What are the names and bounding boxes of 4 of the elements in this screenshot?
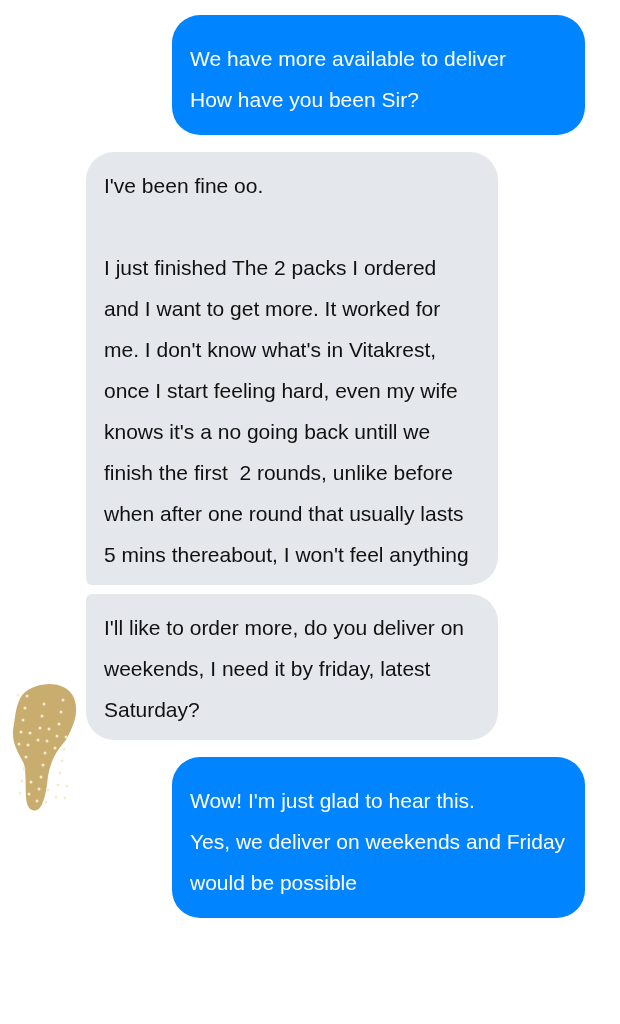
outgoing-message: We have more available to deliver How have you been Sir? bbox=[172, 15, 585, 135]
incoming-message: I'll like to order more, do you deliver on weekends, I need it by friday, latest Saturday? bbox=[86, 594, 498, 740]
outgoing-message: Wow! I'm just glad to hear this. Yes, we deliver on weekends and Friday would be possible bbox=[172, 757, 585, 918]
incoming-message: I've been fine oo. I just finished The 2 packs I ordered and I want to get more. It worked for me. I don't know what's in Vitakrest, once I start feeling hard, even my wife knows it's a no going back untill we finish the first 2 rounds, unlike before when after one round that usually lasts 5 mins thereabout, I won't feel anything bbox=[86, 152, 498, 585]
